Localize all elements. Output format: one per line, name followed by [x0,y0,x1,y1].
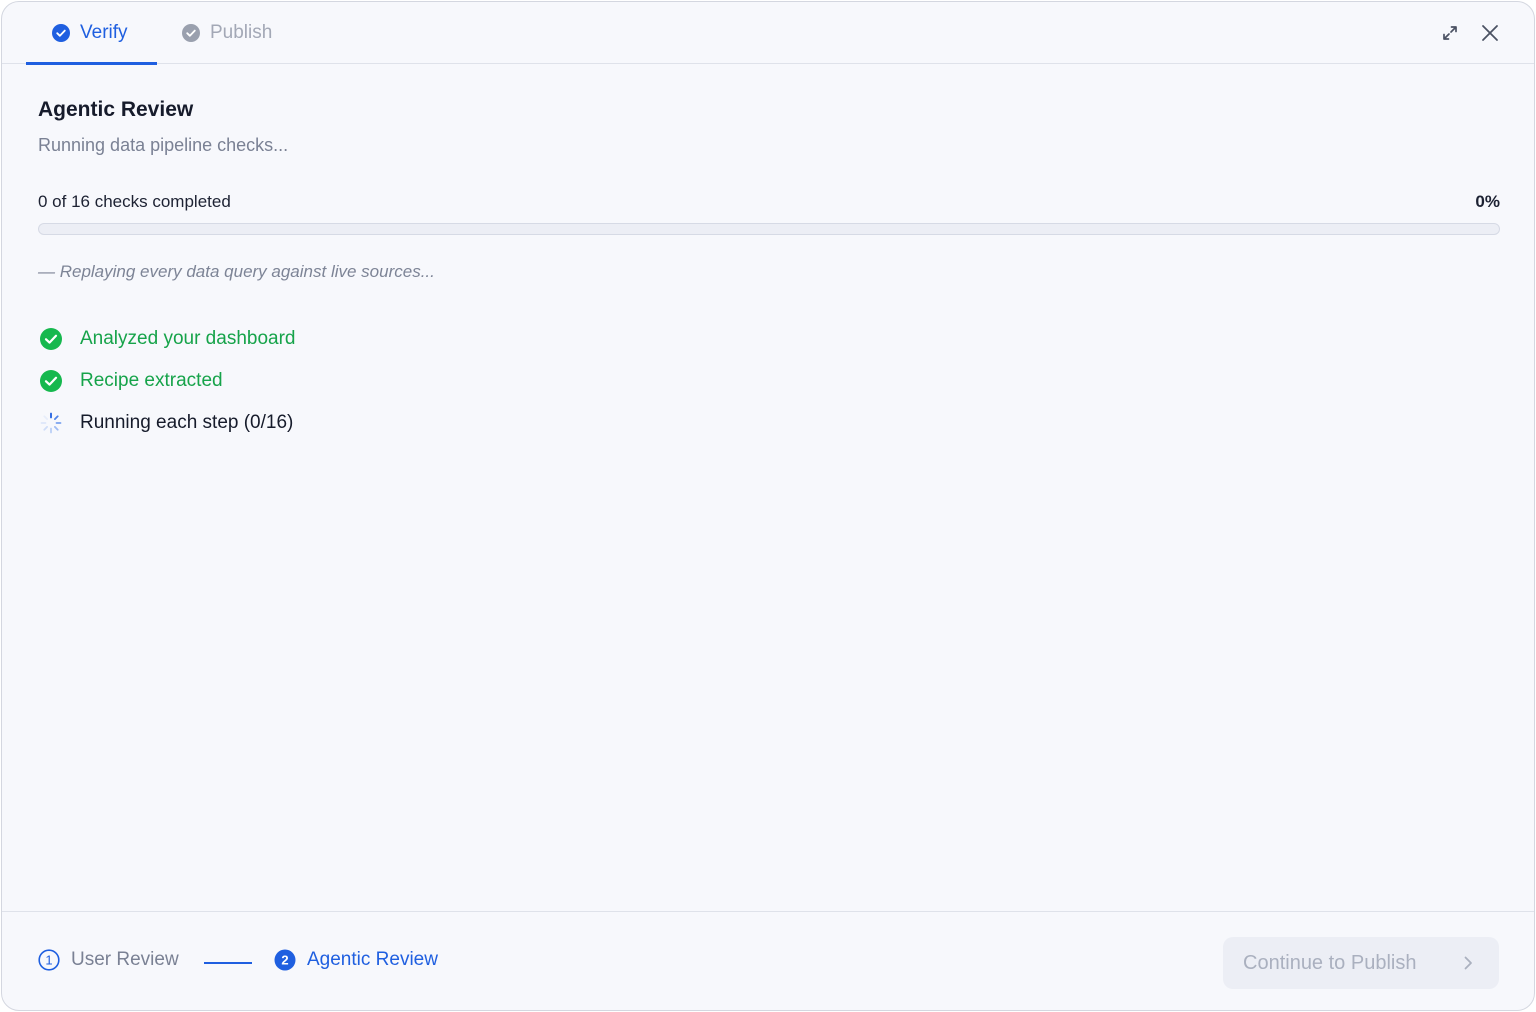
spinner-icon [40,412,62,434]
stepper-connector [204,962,252,964]
step-number-icon: 2 [274,949,296,971]
step-number-icon: 1 [38,949,60,971]
stepper-label: Agentic Review [307,949,438,970]
progress-label: 0 of 16 checks completed [38,192,231,211]
step-item-running: Running each step (0/16) [38,402,295,444]
close-icon [1482,25,1498,41]
page-subtitle: Running data pipeline checks... [38,135,289,155]
svg-text:1: 1 [45,953,52,968]
step-label: Analyzed your dashboard [80,328,296,349]
stepper-label: User Review [71,949,179,970]
tab-verify-label: Verify [80,22,128,43]
step-label: Running each step (0/16) [80,412,294,433]
tab-publish[interactable]: Publish [182,2,272,64]
continue-to-publish-button[interactable]: Continue to Publish [1223,937,1499,989]
continue-button-label: Continue to Publish [1243,951,1417,974]
step-label: Recipe extracted [80,370,223,391]
dialog-header: Verify Publish [2,2,1534,65]
step-item-recipe: Recipe extracted [38,360,295,402]
progress-bar [38,223,1500,235]
progress-percent: 0% [1475,192,1500,211]
stepper-agentic-review[interactable]: 2 Agentic Review [274,949,438,971]
check-circle-icon [52,24,70,42]
review-dialog: Verify Publish Agentic Review Running da… [1,1,1535,1011]
dialog-footer: 1 User Review 2 Agentic Review Continue … [2,911,1534,1010]
close-button[interactable] [1478,21,1502,45]
stepper-user-review[interactable]: 1 User Review [38,949,179,971]
expand-button[interactable] [1438,21,1462,45]
tab-publish-label: Publish [210,22,273,43]
chevron-right-icon [1464,956,1472,970]
svg-text:2: 2 [281,953,288,968]
check-circle-icon [40,328,62,350]
status-note: — Replaying every data query against liv… [38,262,435,281]
expand-icon [1443,26,1457,40]
step-item-analyzed: Analyzed your dashboard [38,318,295,360]
check-circle-icon [40,370,62,392]
step-list: Analyzed your dashboard Recipe extracted [38,318,295,444]
check-circle-icon [182,24,200,42]
tab-verify[interactable]: Verify [26,2,157,65]
page-title: Agentic Review [38,98,194,121]
